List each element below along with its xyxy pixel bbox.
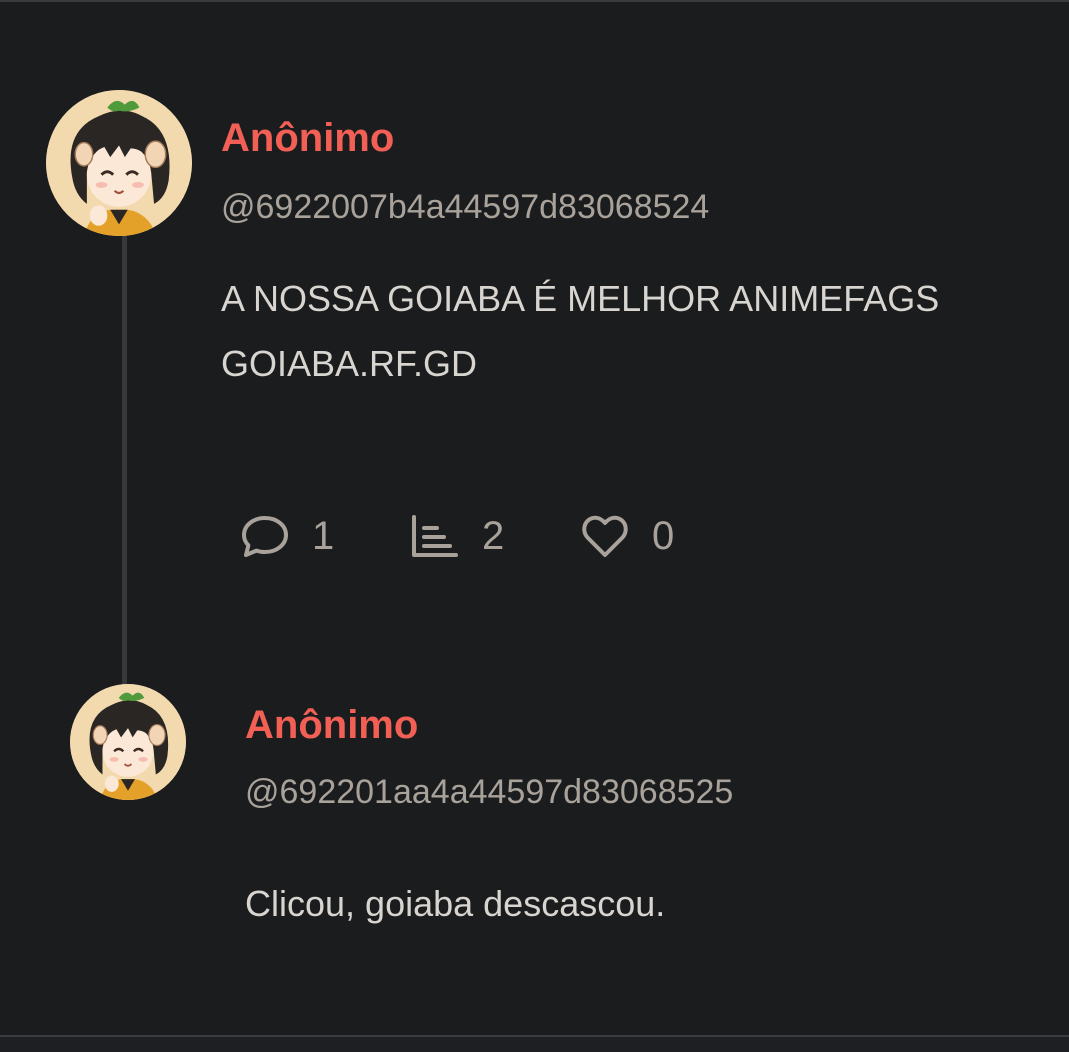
post-handle[interactable]: @6922007b4a44597d83068524 (221, 190, 709, 224)
avatar-icon[interactable] (70, 684, 186, 800)
reply-count: 1 (312, 514, 335, 558)
post-author[interactable]: Anônimo (245, 705, 418, 745)
thread-container: Anônimo @6922007b4a44597d83068524 A NOSS… (0, 0, 1069, 1052)
thread-connector-line (122, 232, 127, 687)
bottom-strip (0, 1037, 1069, 1052)
post-text-line: Clicou, goiaba descascou. (245, 883, 666, 924)
like-button[interactable]: 0 (580, 511, 674, 561)
post-handle[interactable]: @692201aa4a44597d83068525 (245, 775, 733, 809)
post-author[interactable]: Anônimo (221, 118, 394, 158)
stats-count: 2 (482, 514, 505, 558)
stats-icon (410, 511, 460, 561)
comment-icon (240, 511, 290, 561)
top-divider (0, 0, 1069, 2)
post-text-line: A NOSSA GOIABA É MELHOR ANIMEFAGS (221, 278, 940, 319)
post-text-line: GOIABA.RF.GD (221, 343, 478, 384)
avatar-icon[interactable] (46, 90, 192, 236)
like-count: 0 (652, 514, 675, 558)
reply-button[interactable]: 1 (240, 511, 334, 561)
stats-button[interactable]: 2 (410, 511, 504, 561)
heart-icon (580, 511, 630, 561)
